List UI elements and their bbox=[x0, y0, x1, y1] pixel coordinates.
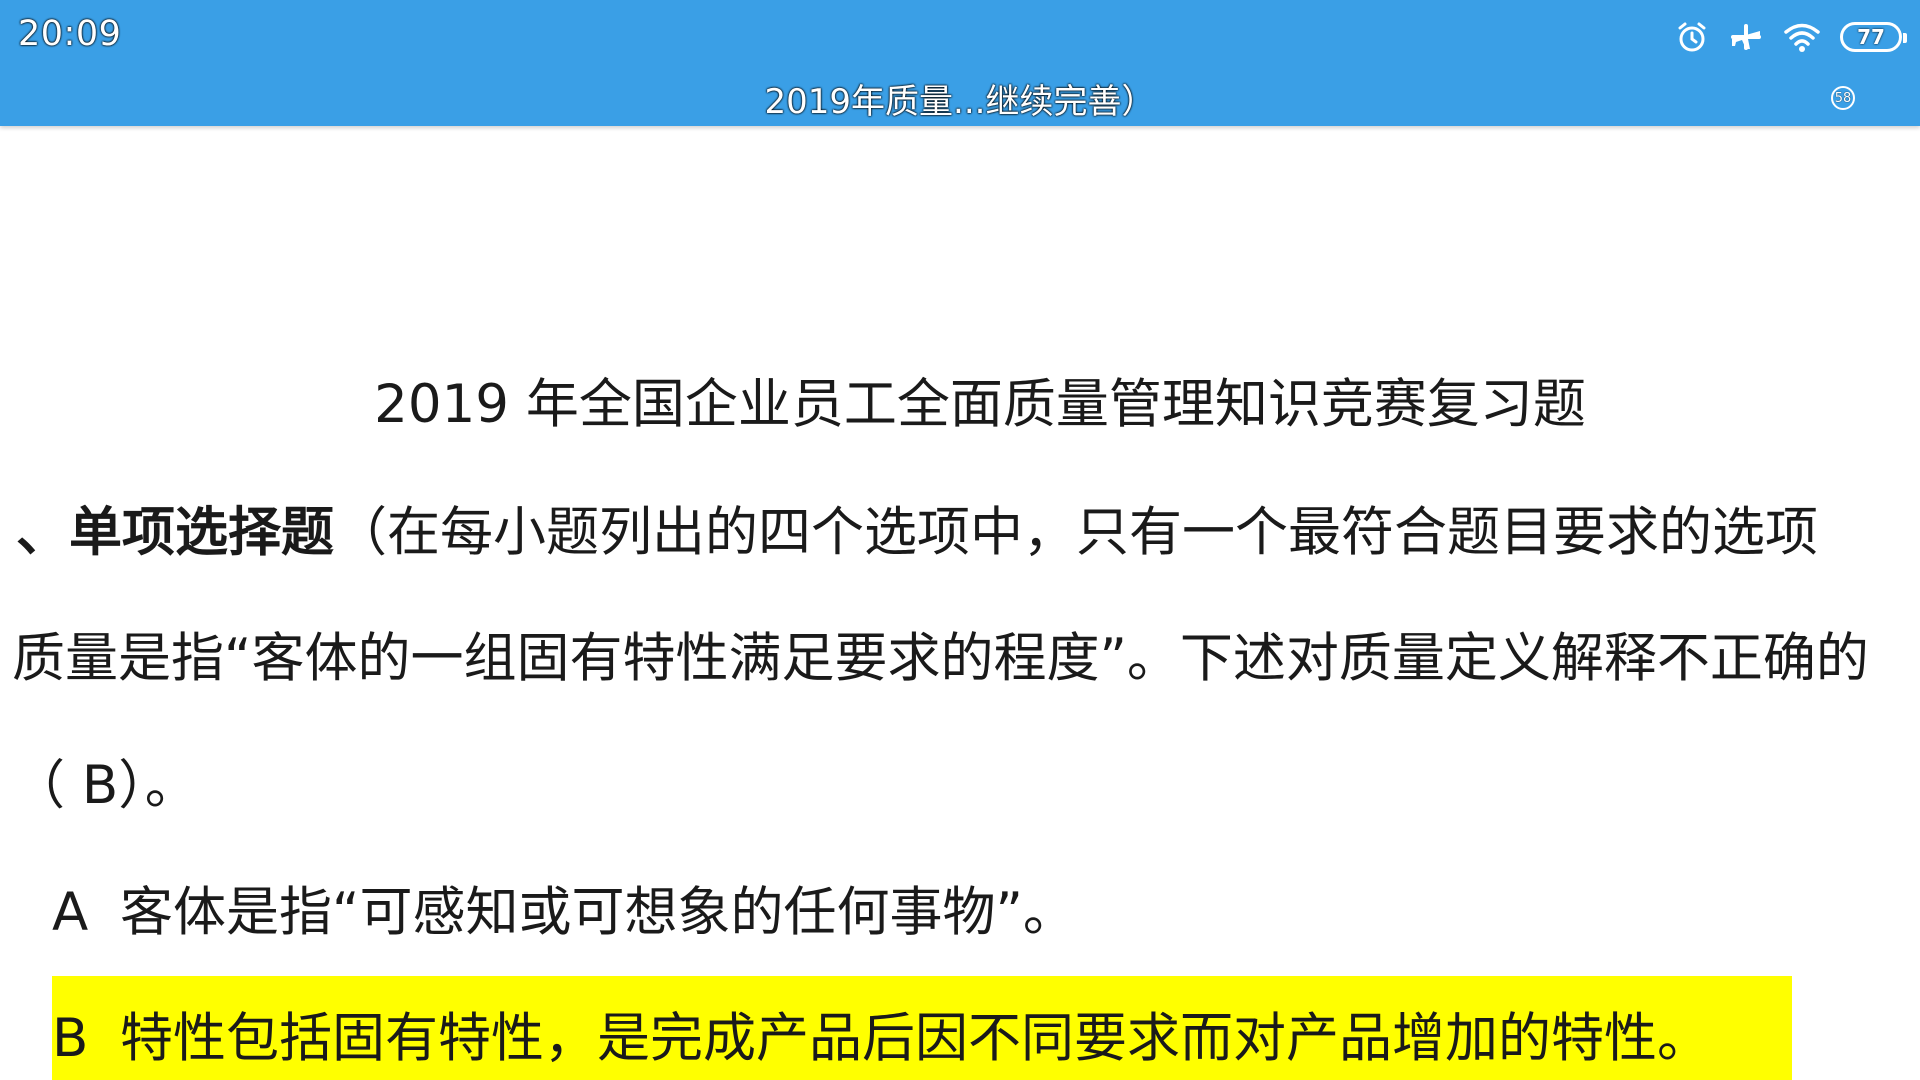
section-prefix: 、 bbox=[16, 502, 69, 563]
question-text: 质量是指“客体的一组固有特性满足要求的程度”。下述对质量定义解释不正确的 bbox=[12, 628, 1869, 689]
battery-icon: 77 bbox=[1840, 22, 1907, 52]
page-number-badge[interactable]: 58 bbox=[1831, 86, 1855, 110]
app-bar: 20:09 77 2019年质量...继续完善） 58 bbox=[0, 0, 1920, 126]
option-letter: B bbox=[52, 1008, 89, 1069]
document-page[interactable]: 2019 年全国企业员工全面质量管理知识竞赛复习题 、单项选择题（在每小题列出的… bbox=[0, 126, 1920, 1080]
document-title[interactable]: 2019年质量...继续完善） bbox=[0, 74, 1920, 123]
alarm-icon bbox=[1674, 19, 1710, 55]
status-icons: 77 bbox=[1674, 18, 1907, 56]
option-text: 特性包括固有特性，是完成产品后因不同要求而对产品增加的特性。 bbox=[120, 1008, 1710, 1069]
section-header: 、单项选择题（在每小题列出的四个选项中，只有一个最符合题目要求的选项 bbox=[16, 506, 1818, 559]
wifi-icon bbox=[1782, 19, 1822, 55]
airplane-icon bbox=[1728, 19, 1764, 55]
status-time: 20:09 bbox=[18, 14, 122, 54]
option-letter: A bbox=[52, 882, 89, 943]
answer-line: （ B）。 bbox=[12, 755, 198, 816]
section-title: 单项选择题 bbox=[69, 502, 334, 563]
reader-screen: 20:09 77 2019年质量...继续完善） 58 2019 年全国企业员工… bbox=[0, 0, 1920, 1080]
section-note: （在每小题列出的四个选项中，只有一个最符合题目要求的选项 bbox=[334, 502, 1818, 563]
document-heading: 2019 年全国企业员工全面质量管理知识竞赛复习题 bbox=[374, 374, 1586, 435]
option-a: A 客体是指“可感知或可想象的任何事物”。 bbox=[52, 886, 1076, 939]
option-b: B 特性包括固有特性，是完成产品后因不同要求而对产品增加的特性。 bbox=[52, 1012, 1710, 1065]
option-text: 客体是指“可感知或可想象的任何事物”。 bbox=[120, 882, 1076, 943]
